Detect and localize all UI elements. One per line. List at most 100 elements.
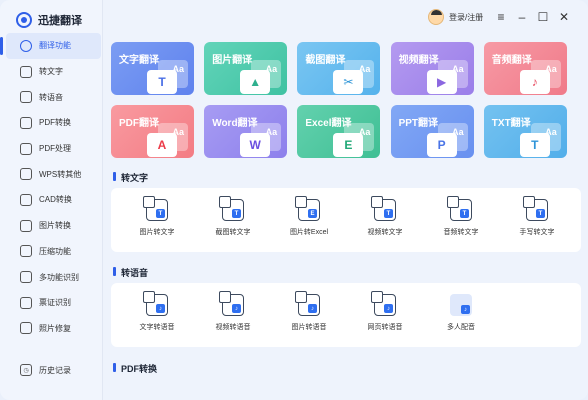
image-icon <box>20 219 32 232</box>
tool-label: 图片转语音 <box>291 324 327 331</box>
wps-icon <box>20 168 32 181</box>
sidebar-item-label: 翻译功能 <box>39 41 71 51</box>
tool-item[interactable]: T 视频转文字 <box>347 193 423 247</box>
tool-inner-glyph: ♪ <box>461 305 470 314</box>
tool-label: 图片转文字 <box>139 229 175 236</box>
translate-card-5[interactable]: PDF翻译 Aa A <box>111 105 194 158</box>
handwriting-to-text-icon: T <box>523 196 548 221</box>
translate-card-label: TXT翻译 <box>491 118 531 129</box>
card-glyph-icon: ♪ <box>531 75 538 89</box>
section-panel-0: T 图片转文字 T 截图转文字 E 图片转Excel T 视频转文字 T 音频转文字 T 手写转文字 <box>111 188 581 252</box>
tool-item[interactable]: ♪ 多人配音 <box>423 288 499 342</box>
image-to-speech-icon: ♪ <box>295 291 320 316</box>
card-glyph-icon: ✂ <box>343 75 354 89</box>
tool-item[interactable]: ♪ 图片转语音 <box>271 288 347 342</box>
tool-item[interactable]: T 音频转文字 <box>423 193 499 247</box>
tool-item[interactable]: T 图片转文字 <box>119 193 195 247</box>
brand: 迅捷翻译 <box>16 10 82 30</box>
tool-inner-glyph: ♪ <box>232 304 241 313</box>
video-to-speech-icon: ♪ <box>219 291 244 316</box>
sidebar-item-4[interactable]: PDF处理 <box>6 136 101 162</box>
section-title-1: 转语音 <box>113 266 148 279</box>
sidebar-item-label: 照片修复 <box>39 323 71 333</box>
sidebar-item-7[interactable]: 图片转换 <box>6 213 101 239</box>
close-icon[interactable]: ✕ <box>557 10 571 24</box>
translate-card-8[interactable]: PPT翻译 Aa P <box>390 105 474 158</box>
translate-card-1[interactable]: 图片翻译 Aa ▲ <box>204 42 288 95</box>
text-to-speech-icon: ♪ <box>143 291 168 316</box>
sidebar-item-label: PDF转换 <box>39 118 71 128</box>
tool-label: 视频转文字 <box>367 229 403 236</box>
sidebar-item-label: 图片转换 <box>39 221 71 231</box>
multi-voice-dubbing-icon: ♪ <box>450 294 472 316</box>
sidebar-nav: 翻译功能转文字 转语音 PDF转换 PDF处理 WPS转其他 CAD转换图片转换压缩功能多… <box>0 33 101 342</box>
login-button[interactable]: 登录/注册 <box>428 9 483 25</box>
tool-label: 图片转Excel <box>289 229 329 236</box>
translate-card-0[interactable]: 文字翻译 Aa T <box>111 42 194 95</box>
main-content: 文字翻译 Aa T 图片翻译 Aa ▲ 截图翻译 Aa ✂ 视频翻译 Aa ▶ 音频翻译 Aa ♪ PDF翻译… <box>103 34 588 400</box>
sidebar-item-1[interactable]: 转文字 <box>6 59 101 85</box>
sidebar-item-8[interactable]: 压缩功能 <box>6 239 101 265</box>
tool-inner-glyph: T <box>384 209 393 218</box>
login-label: 登录/注册 <box>449 12 484 22</box>
tool-inner-glyph: E <box>308 209 317 218</box>
recognize-icon <box>20 271 32 284</box>
minimize-icon[interactable]: – <box>515 10 529 24</box>
sidebar-item-10[interactable]: 票证识别 <box>6 290 101 316</box>
translate-card-9[interactable]: TXT翻译 Aa T <box>483 105 567 158</box>
tool-label: 手写转文字 <box>519 229 555 236</box>
tool-label: 网页转语音 <box>367 324 403 331</box>
sidebar-item-9[interactable]: 多功能识别 <box>6 264 101 290</box>
tool-item[interactable]: ♪ 网页转语音 <box>347 288 423 342</box>
translate-card-7[interactable]: Excel翻译 Aa E <box>297 105 381 158</box>
screenshot-to-text-icon: T <box>219 196 244 221</box>
sidebar-item-11[interactable]: 照片修复 <box>6 316 101 342</box>
voice-icon <box>20 91 32 104</box>
sidebar-item-2[interactable]: 转语音 <box>6 84 101 110</box>
tool-item[interactable]: ♪ 视频转语音 <box>195 288 271 342</box>
translate-card-6[interactable]: Word翻译 Aa W <box>204 105 288 158</box>
tool-label: 音频转文字 <box>443 229 479 236</box>
tool-inner-glyph: ♪ <box>156 304 165 313</box>
section-title-0: 转文字 <box>113 171 148 184</box>
translate-card-label: 截图翻译 <box>305 55 346 66</box>
translate-card-label: 视频翻译 <box>398 55 439 66</box>
sidebar-item-3[interactable]: PDF转换 <box>6 110 101 136</box>
tool-item[interactable]: E 图片转Excel <box>271 193 347 247</box>
translate-card-2[interactable]: 截图翻译 Aa ✂ <box>297 42 381 95</box>
cad-icon <box>20 193 32 206</box>
translate-icon <box>20 39 32 52</box>
pdf-process-icon <box>20 142 32 155</box>
ticket-icon <box>20 296 32 309</box>
tool-item[interactable]: T 截图转文字 <box>195 193 271 247</box>
tool-label: 视频转语音 <box>215 324 251 331</box>
text-icon <box>20 65 32 78</box>
card-glyph-icon: P <box>437 138 446 152</box>
image-to-text-icon: T <box>143 196 168 221</box>
tool-item[interactable]: ♪ 文字转语音 <box>119 288 195 342</box>
translate-card-4[interactable]: 音频翻译 Aa ♪ <box>483 42 567 95</box>
sidebar-item-5[interactable]: WPS转其他 <box>6 161 101 187</box>
tool-label: 多人配音 <box>447 324 475 331</box>
translate-card-3[interactable]: 视频翻译 Aa ▶ <box>390 42 474 95</box>
sidebar-item-label: 压缩功能 <box>39 246 71 256</box>
maximize-icon[interactable]: ☐ <box>536 10 550 24</box>
history-label: 历史记录 <box>39 365 71 375</box>
sidebar-item-label: PDF处理 <box>39 144 71 154</box>
card-glyph-icon: T <box>158 75 166 89</box>
tool-inner-glyph: ♪ <box>384 304 393 313</box>
image-to-excel-icon: E <box>295 196 320 221</box>
section-title-2: PDF转换 <box>113 362 157 375</box>
history-icon: ◷ <box>20 364 32 376</box>
sidebar-item-label: CAD转换 <box>39 195 72 205</box>
video-to-text-icon: T <box>371 196 396 221</box>
tool-inner-glyph: T <box>156 209 165 218</box>
sidebar-item-0[interactable]: 翻译功能 <box>0 33 101 59</box>
tool-item[interactable]: T 手写转文字 <box>499 193 575 247</box>
history-button[interactable]: ◷ 历史记录 <box>6 358 101 382</box>
tool-label: 文字转语音 <box>139 324 175 331</box>
translate-card-label: PPT翻译 <box>398 118 439 129</box>
app-name: 迅捷翻译 <box>38 15 82 27</box>
sidebar-item-6[interactable]: CAD转换 <box>6 187 101 213</box>
menu-icon[interactable]: ≡ <box>494 10 508 24</box>
